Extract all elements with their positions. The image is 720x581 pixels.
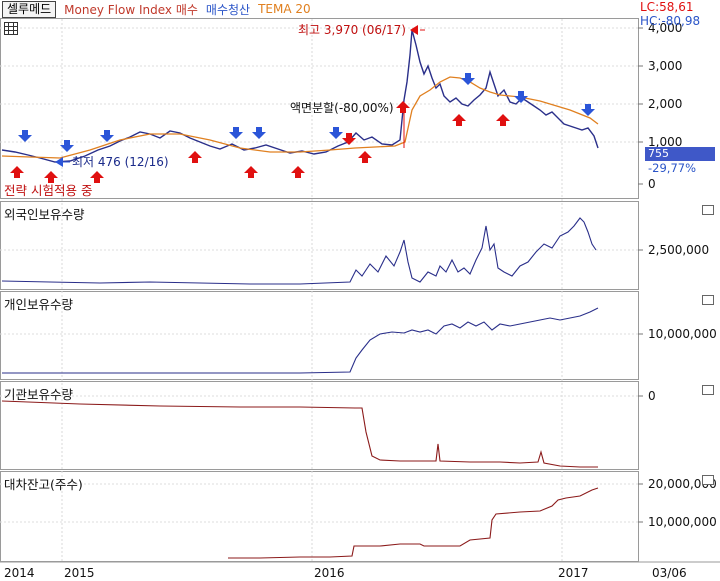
institution-holdings-line	[1, 400, 598, 468]
hc-value: HC:-80,98	[640, 14, 701, 28]
tema-line	[1, 76, 599, 159]
pane-title-retail: 개인보유수량	[4, 297, 74, 312]
institution-tick: 0	[648, 389, 656, 403]
x-label-2015: 2015	[64, 566, 95, 580]
legend-close[interactable]: 매수청산	[206, 1, 250, 18]
pane-close-button-institution[interactable]	[702, 385, 714, 395]
loan-tick-mid: 10,000,000	[648, 515, 717, 529]
price-tick-3000: 3,000	[648, 59, 682, 73]
pane-frames	[0, 18, 639, 562]
foreign-holdings-line	[1, 217, 597, 285]
pane-title-loan: 대차잔고(주수)	[4, 477, 83, 492]
price-tick-2000: 2,000	[648, 97, 682, 111]
grid-icon[interactable]	[4, 22, 18, 35]
current-price-box: 755	[645, 147, 715, 161]
legend-tema[interactable]: TEMA 20	[258, 2, 311, 16]
low-annotation: 최저 476 (12/16)	[72, 155, 169, 169]
legend-mfi[interactable]: Money Flow Index 매수	[64, 1, 198, 18]
stock-name-box[interactable]: 셀루메드	[2, 0, 57, 18]
retail-tick: 10,000,000	[648, 327, 717, 341]
high-annotation: 최고 3,970 (06/17)	[298, 23, 406, 37]
pane-title-foreign: 외국인보유수량	[4, 207, 85, 222]
current-change: -29,77%	[648, 161, 696, 175]
retail-holdings-line	[2, 307, 599, 374]
pane-close-button-foreign[interactable]	[702, 205, 714, 215]
pane-close-button-loan[interactable]	[702, 475, 714, 485]
lc-value: LC:58,61	[640, 0, 694, 14]
foreign-tick: 2,500,000	[648, 243, 709, 257]
lc-hc-readout: LC:58,61 HC:-80,98	[640, 0, 700, 28]
x-label-2014: 2014	[4, 566, 35, 580]
x-label-2017: 2017	[558, 566, 589, 580]
x-label-date: 03/06	[652, 566, 687, 580]
split-annotation: 액면분할(-80,00%)	[290, 101, 394, 115]
loan-balance-line	[228, 487, 599, 559]
stock-chart[interactable]: 최고 3,970 (06/17) 최저 476 (12/16) 액면분할(-80…	[0, 0, 720, 581]
pane-title-institution: 기관보유수량	[4, 387, 74, 402]
pane-close-button-retail[interactable]	[702, 295, 714, 305]
chart-legend: 셀루메드 Money Flow Index 매수 매수청산 TEMA 20	[0, 0, 311, 18]
right-axis: 4,000 3,000 2,000 1,000 0 2,500,000 10,0…	[648, 21, 717, 529]
strategy-label: 전략 시험적용 중	[4, 183, 92, 198]
x-label-2016: 2016	[314, 566, 345, 580]
x-axis: 2014 2015 2016 2017 03/06	[0, 561, 720, 580]
price-tick-0: 0	[648, 177, 656, 191]
